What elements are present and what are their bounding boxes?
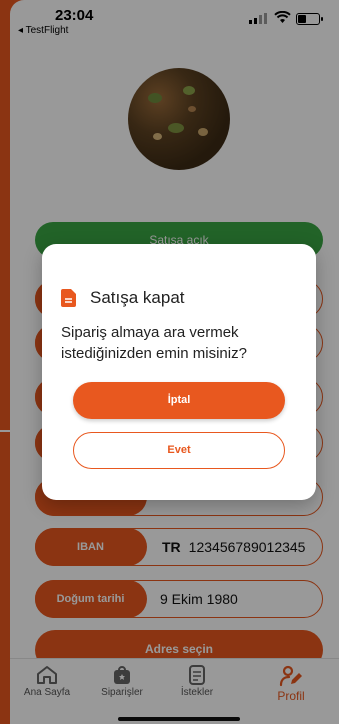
close-sales-dialog: Satışa kapat Sipariş almaya ara vermek i… [42, 244, 316, 500]
dialog-title: Satışa kapat [90, 288, 185, 307]
confirm-button[interactable]: Evet [73, 432, 285, 469]
dialog-message: Sipariş almaya ara vermek istediğinizden… [61, 324, 247, 362]
document-icon [61, 289, 76, 307]
cancel-button[interactable]: İptal [73, 382, 285, 419]
